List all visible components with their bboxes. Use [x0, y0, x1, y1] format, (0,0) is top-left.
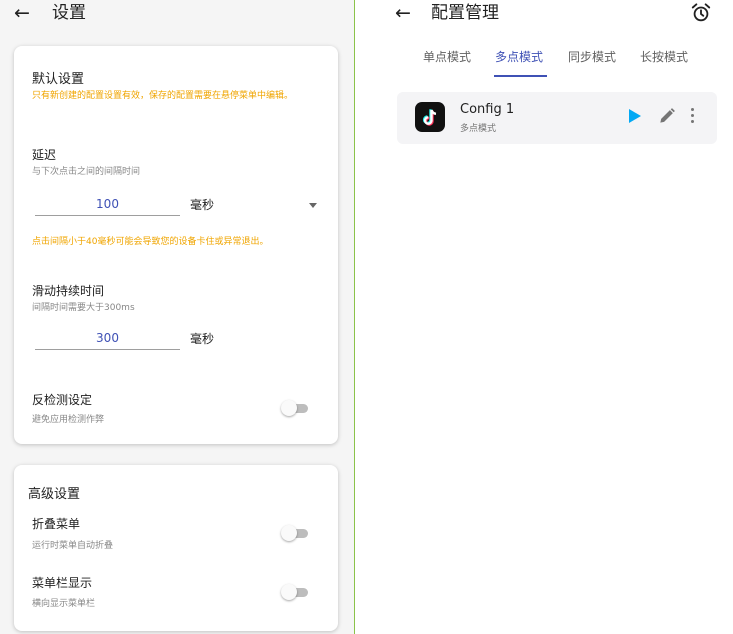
config-manager-pane: ← 配置管理 单点模式 多点模式 同步模式 长按模式 Config 1 多点模式: [355, 0, 733, 634]
swipe-duration-label: 滑动持续时间: [32, 284, 105, 298]
alarm-clock-icon[interactable]: [690, 2, 712, 24]
back-arrow-icon[interactable]: ←: [14, 3, 30, 23]
delay-unit-dropdown[interactable]: 毫秒: [190, 196, 214, 213]
menubar-display-label: 菜单栏显示: [32, 576, 93, 590]
fold-menu-label: 折叠菜单: [32, 517, 81, 531]
tab-single-point[interactable]: 单点模式: [423, 48, 471, 65]
settings-pane: ← 设置 默认设置 只有新创建的配置设置有效，保存的配置需要在悬停菜单中编辑。 …: [0, 0, 354, 634]
tab-long-press[interactable]: 长按模式: [640, 48, 688, 65]
delay-warning: 点击间隔小于40毫秒可能会导致您的设备卡住或异常退出。: [32, 237, 269, 247]
menubar-display-description: 横向显示菜单栏: [32, 599, 96, 609]
page-title: 配置管理: [431, 3, 499, 23]
swipe-duration-unit: 毫秒: [190, 332, 215, 346]
swipe-duration-input[interactable]: 300: [35, 328, 180, 350]
swipe-duration-description: 间隔时间需要大于300ms: [32, 303, 135, 313]
dropdown-arrow-icon[interactable]: [309, 203, 317, 208]
edit-pencil-icon[interactable]: [657, 106, 677, 126]
advanced-settings-heading: 高级设置: [28, 487, 81, 502]
more-vert-icon[interactable]: [689, 108, 695, 126]
anti-detect-toggle[interactable]: [280, 398, 310, 418]
menubar-display-toggle[interactable]: [280, 582, 310, 602]
default-settings-notice: 只有新创建的配置设置有效，保存的配置需要在悬停菜单中编辑。: [32, 91, 294, 101]
settings-app-bar: ← 设置: [0, 0, 354, 28]
back-arrow-icon[interactable]: ←: [395, 3, 411, 23]
tiktok-icon: [415, 102, 445, 132]
play-icon[interactable]: [629, 109, 641, 123]
delay-input[interactable]: 100: [35, 194, 180, 216]
toggle-thumb: [281, 525, 297, 541]
delay-label: 延迟: [32, 148, 57, 162]
tab-multi-point[interactable]: 多点模式: [495, 48, 543, 65]
toggle-thumb: [281, 400, 297, 416]
mode-tabs: 单点模式 多点模式 同步模式 长按模式: [355, 40, 733, 78]
default-settings-card: 默认设置 只有新创建的配置设置有效，保存的配置需要在悬停菜单中编辑。 延迟 与下…: [14, 46, 338, 444]
config-mode: 多点模式: [460, 124, 497, 134]
default-settings-heading: 默认设置: [32, 72, 85, 87]
fold-menu-toggle[interactable]: [280, 523, 310, 543]
anti-detect-description: 避免应用检测作弊: [32, 415, 105, 425]
active-tab-indicator: [494, 75, 547, 77]
delay-description: 与下次点击之间的间隔时间: [32, 167, 141, 177]
anti-detect-label: 反检测设定: [32, 393, 93, 407]
page-title: 设置: [52, 3, 86, 23]
fold-menu-description: 运行时菜单自动折叠: [32, 541, 114, 551]
config-name: Config 1: [460, 102, 515, 117]
toggle-thumb: [281, 584, 297, 600]
config-list-item[interactable]: Config 1 多点模式: [397, 92, 717, 144]
advanced-settings-card: 高级设置 折叠菜单 运行时菜单自动折叠 菜单栏显示 横向显示菜单栏: [14, 465, 338, 631]
tab-sync[interactable]: 同步模式: [568, 48, 616, 65]
config-app-bar: ← 配置管理: [355, 0, 733, 28]
